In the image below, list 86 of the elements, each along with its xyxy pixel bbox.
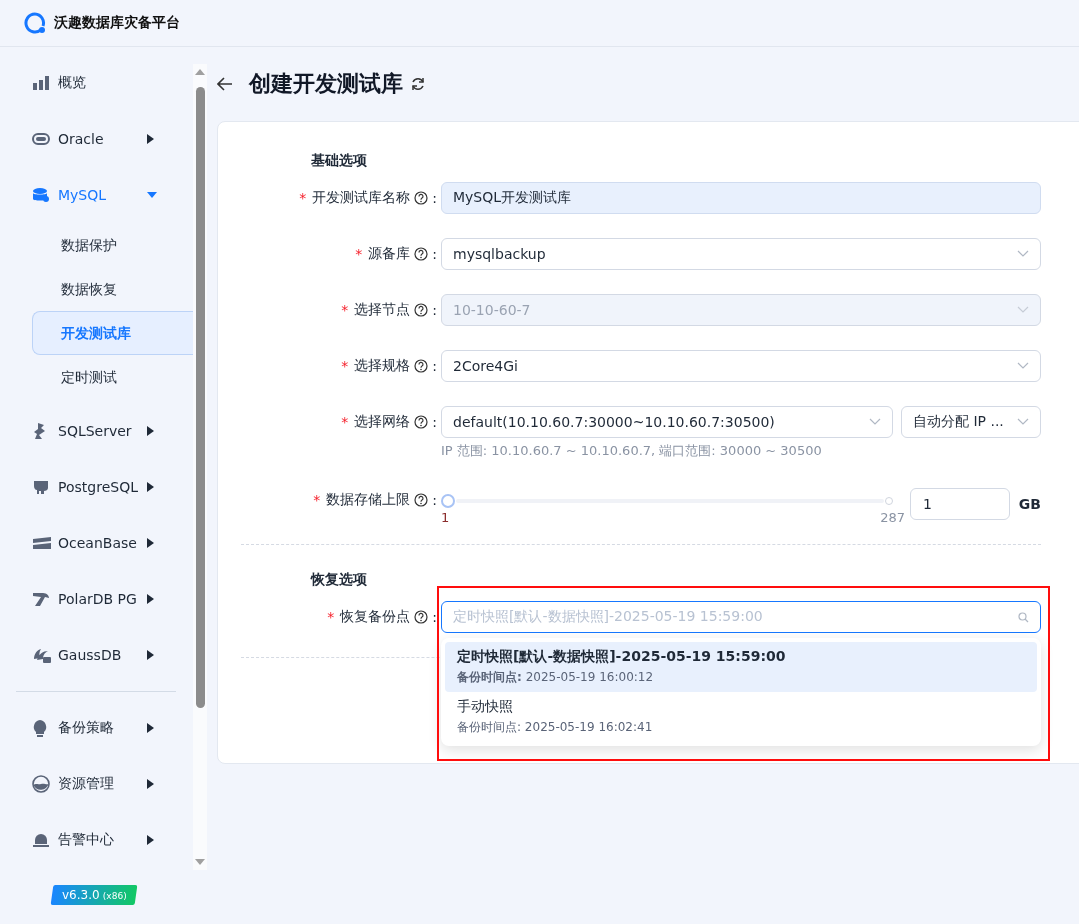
text-field[interactable]: MySQL开发测试库 xyxy=(441,182,1041,214)
option-title: 手动快照 xyxy=(457,698,513,716)
bar-chart-icon xyxy=(32,75,50,91)
required-mark: * xyxy=(327,609,335,625)
required-mark: * xyxy=(341,414,349,430)
sidebar-item[interactable]: 告警中心 xyxy=(0,812,160,868)
sidebar-item[interactable]: PolarDB PG xyxy=(0,571,160,627)
bulb-icon xyxy=(32,719,48,737)
select-field[interactable]: mysqlbackup xyxy=(441,238,1041,270)
help-icon[interactable] xyxy=(414,359,429,373)
alarm-light-icon xyxy=(32,832,50,848)
database-icon xyxy=(32,187,50,203)
sidebar-subitem[interactable]: 定时测试 xyxy=(32,355,193,399)
help-icon[interactable] xyxy=(414,303,429,317)
help-icon[interactable] xyxy=(414,415,429,429)
elephant-icon xyxy=(32,479,50,495)
required-mark: * xyxy=(341,302,349,318)
field-label: 选择节点 xyxy=(354,301,411,319)
colon: : xyxy=(432,609,437,625)
number-field[interactable]: 1 xyxy=(910,488,1010,520)
help-icon[interactable] xyxy=(414,493,429,507)
chevron-down-icon xyxy=(1017,362,1029,370)
chevron-down-icon xyxy=(1017,418,1029,426)
select-field[interactable]: 2Core4Gi xyxy=(441,350,1041,382)
field-label: 开发测试库名称 xyxy=(312,189,411,207)
select-field[interactable]: 自动分配 IP ... xyxy=(901,406,1041,438)
option-detail: 备份时间点: 2025-05-19 16:02:41 xyxy=(457,719,653,736)
half-circle-icon xyxy=(32,775,50,793)
colon: : xyxy=(432,246,437,262)
slider-max-label: 287 xyxy=(880,510,905,525)
refresh-icon[interactable] xyxy=(411,77,425,91)
unit-label: GB xyxy=(1018,496,1041,512)
wave-icon xyxy=(32,536,52,550)
field-label: 恢复备份点 xyxy=(340,608,411,626)
bird-icon xyxy=(32,591,50,607)
colon: : xyxy=(432,358,437,374)
sidebar-subitem[interactable]: 数据恢复 xyxy=(32,267,193,311)
section-title: 基础选项 xyxy=(310,151,367,170)
sidebar-subitem[interactable]: 开发测试库 xyxy=(32,311,193,355)
slider-thumb[interactable] xyxy=(441,494,455,508)
required-mark: * xyxy=(299,190,307,206)
chevron-down-icon xyxy=(1017,306,1029,314)
colon: : xyxy=(432,414,437,430)
sidebar-subitem[interactable]: 数据保护 xyxy=(32,223,193,267)
required-mark: * xyxy=(341,358,349,374)
option-detail: 备份时间点: 2025-05-19 16:00:12 xyxy=(457,669,654,686)
field-label: 源备库 xyxy=(368,245,411,263)
sidebar-item[interactable]: 备份策略 xyxy=(0,700,160,756)
field-label: 数据存储上限 xyxy=(326,491,411,509)
colon: : xyxy=(432,302,437,318)
sidebar-item[interactable]: SQLServer xyxy=(0,403,160,459)
sidebar-item[interactable]: 资源管理 xyxy=(0,756,160,812)
select-field[interactable]: default(10.10.60.7:30000~10.10.60.7:30500) xyxy=(441,406,893,438)
version-text: v6.3.0 xyxy=(62,888,100,902)
sidebar-item[interactable]: PostgreSQL xyxy=(0,459,160,515)
chevron-down-icon xyxy=(869,418,881,426)
field-label: 选择网络 xyxy=(354,413,411,431)
colon: : xyxy=(432,190,437,206)
arch-text: (x86) xyxy=(102,891,127,901)
logo-icon xyxy=(24,12,46,34)
slider-end-dot xyxy=(885,497,893,505)
search-icon xyxy=(1018,611,1029,623)
sidebar-item[interactable]: Oracle xyxy=(0,111,160,167)
app-title: 沃趣数据库灾备平台 xyxy=(54,14,180,32)
required-mark: * xyxy=(355,246,363,262)
slider-min-label: 1 xyxy=(441,510,450,525)
sidebar-item[interactable]: 概览 xyxy=(0,55,160,111)
dropdown-option[interactable]: 定时快照[默认-数据快照]-2025-05-19 15:59:00 备份时间点: 2025-05-19 16:00:12 xyxy=(445,642,1037,692)
section-title: 恢复选项 xyxy=(309,570,367,589)
field-label: 选择规格 xyxy=(354,357,411,375)
hint-text: IP 范围: 10.10.60.7 ~ 10.10.60.7, 端口范围: 30000 ~ 30500 xyxy=(441,442,822,460)
required-mark: * xyxy=(313,492,321,508)
help-icon[interactable] xyxy=(414,247,429,261)
sidebar-item[interactable]: GaussDB xyxy=(0,627,160,683)
capsule-icon xyxy=(32,133,50,145)
back-arrow-icon[interactable] xyxy=(217,77,233,91)
dropdown-option[interactable]: 手动快照 备份时间点: 2025-05-19 16:02:41 xyxy=(445,692,1037,742)
chevron-down-icon xyxy=(1017,250,1029,258)
option-title: 定时快照[默认-数据快照]-2025-05-19 15:59:00 xyxy=(457,648,786,666)
sidebar-item[interactable]: OceanBase xyxy=(0,515,160,571)
sidebar-item[interactable]: MySQL xyxy=(0,167,160,223)
colon: : xyxy=(432,492,437,508)
page-title: 创建开发测试库 xyxy=(249,70,403,98)
flower-icon xyxy=(32,647,52,663)
help-icon[interactable] xyxy=(414,610,429,624)
help-icon[interactable] xyxy=(414,191,429,205)
